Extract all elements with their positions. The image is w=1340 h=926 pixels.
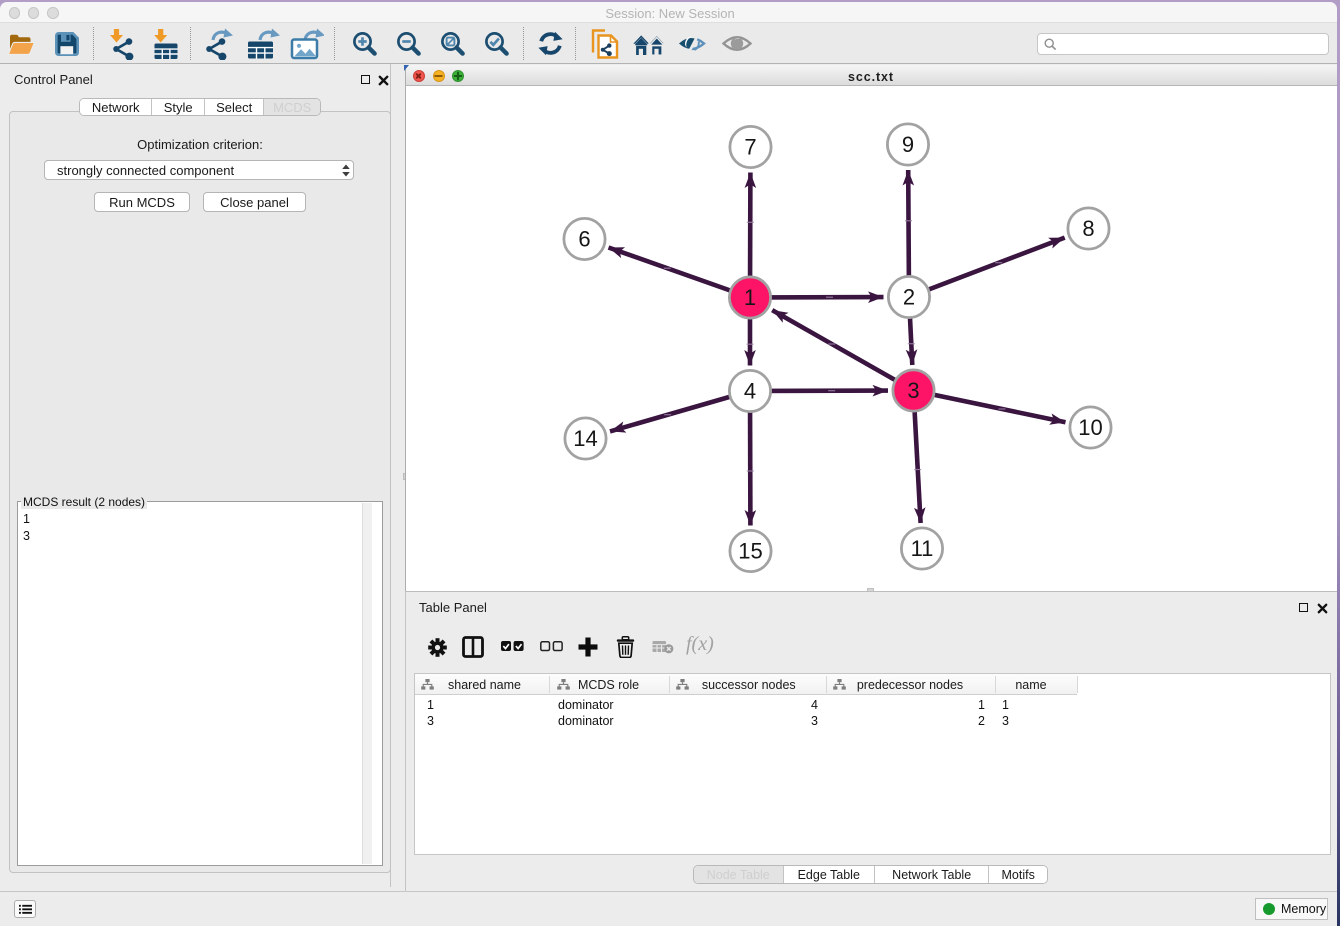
svg-text:2: 2 bbox=[903, 285, 915, 310]
svg-text:14: 14 bbox=[573, 426, 597, 451]
svg-text:9: 9 bbox=[902, 132, 914, 157]
svg-text:10: 10 bbox=[1078, 415, 1102, 440]
svg-text:1: 1 bbox=[744, 285, 756, 310]
svg-text:8: 8 bbox=[1082, 216, 1094, 241]
svg-text:11: 11 bbox=[911, 536, 934, 561]
svg-text:4: 4 bbox=[744, 379, 756, 404]
svg-text:6: 6 bbox=[578, 227, 590, 252]
svg-text:7: 7 bbox=[744, 135, 756, 160]
svg-text:15: 15 bbox=[738, 539, 762, 564]
svg-text:3: 3 bbox=[907, 378, 919, 403]
